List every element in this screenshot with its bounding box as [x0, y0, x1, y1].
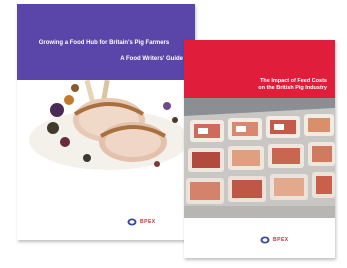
front-cover-subtitle: A Food Writers' Guide	[120, 56, 183, 62]
back-cover-footer: BPEX	[184, 218, 335, 258]
pig-logo-icon	[260, 236, 270, 244]
back-cover-title-band: The Impact of Feed Costs on the British …	[184, 40, 335, 98]
back-brochure-cover: The Impact of Feed Costs on the British …	[184, 40, 335, 258]
front-cover-title-band: Growing a Food Hub for Britain's Pig Far…	[17, 4, 195, 80]
front-cover-logo-text: BPEX	[140, 219, 156, 225]
front-brochure-cover: Growing a Food Hub for Britain's Pig Far…	[17, 4, 195, 240]
front-cover-title: Growing a Food Hub for Britain's Pig Far…	[38, 40, 170, 46]
roast-pork-photo	[17, 80, 195, 180]
back-cover-logo-text: BPEX	[273, 237, 289, 243]
back-cover-logo: BPEX	[260, 236, 289, 244]
packaged-meat-photo	[184, 98, 335, 218]
back-cover-title-line-2: on the British Pig Industry	[258, 85, 327, 91]
back-cover-title-line-1: The Impact of Feed Costs	[260, 78, 327, 84]
front-cover-logo: BPEX	[127, 218, 156, 226]
pig-logo-icon	[127, 218, 137, 226]
front-cover-footer: BPEX	[17, 186, 195, 240]
